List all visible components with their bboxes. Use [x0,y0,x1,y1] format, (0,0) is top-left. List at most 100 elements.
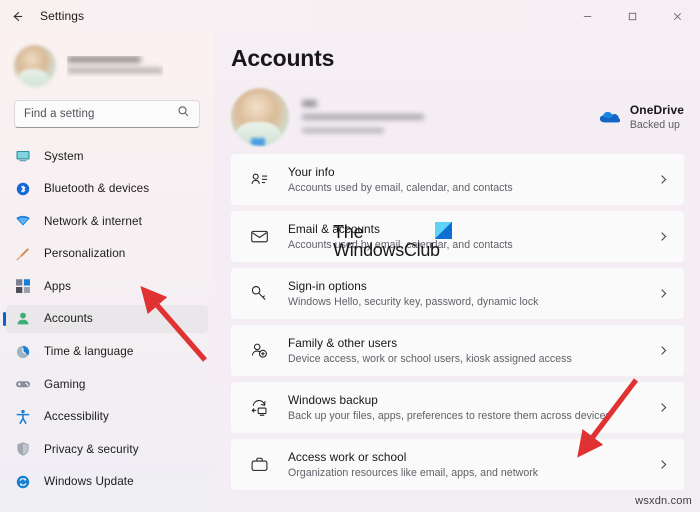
card-email-accounts[interactable]: Email & accounts Accounts used by email,… [231,211,684,262]
onedrive-name: OneDrive [629,102,684,117]
onedrive-text-block: OneDrive Backed up [630,103,684,131]
card-your-info[interactable]: Your info Accounts used by email, calend… [231,154,684,205]
sidebar-item-label: Apps [44,279,72,293]
sidebar: Find a setting System Bluetooth & device… [0,32,214,512]
card-subtitle: Back up your files, apps, preferences to… [288,409,611,422]
search-input[interactable]: Find a setting [14,100,200,128]
profile-text [67,55,163,77]
sidebar-item-time-language[interactable]: Time & language [6,338,208,366]
shield-icon [14,440,32,458]
card-title: Your info [288,165,335,180]
account-name-redacted [302,100,317,107]
person-icon [14,310,32,328]
sidebar-item-privacy-security[interactable]: Privacy & security [6,435,208,463]
sidebar-item-accounts[interactable]: Accounts [3,304,208,333]
sidebar-item-network-internet[interactable]: Network & internet [6,207,208,235]
card-title: Windows backup [288,393,378,408]
sidebar-item-gaming[interactable]: Gaming [6,370,208,398]
chevron-right-icon[interactable] [656,345,670,356]
account-email-redacted [302,114,424,120]
sidebar-item-label: System [44,149,84,163]
chevron-right-icon[interactable] [656,288,670,299]
avatar [14,45,56,87]
card-subtitle: Device access, work or school users, kio… [288,352,572,365]
contact-card-icon [247,168,271,192]
sidebar-item-label: Gaming [44,377,86,391]
sidebar-item-apps[interactable]: Apps [6,272,208,300]
onedrive-status-text: Backed up [629,118,680,131]
profile-email-redacted [67,67,163,73]
bluetooth-icon [14,180,32,198]
sidebar-item-label: Windows Update [44,475,134,489]
account-badge-icon [251,137,265,146]
sidebar-user-profile[interactable] [0,38,214,94]
card-windows-backup[interactable]: Windows backup Back up your files, apps,… [231,382,684,433]
back-arrow-icon[interactable] [0,0,34,32]
minimize-button[interactable] [565,0,610,32]
briefcase-icon [247,453,271,477]
sidebar-item-label: Bluetooth & devices [44,182,150,196]
window-title-bar: Settings [0,0,700,32]
settings-card-list: Your info Accounts used by email, calend… [214,148,700,490]
onedrive-status[interactable]: OneDrive Backed up [599,103,684,131]
monitor-icon [14,147,32,165]
settings-window: Settings Find a setting System Bluetooth… [0,0,700,512]
sidebar-item-label: Accessibility [44,410,109,424]
page-title: Accounts [231,45,335,71]
main-content: Accounts OneDrive Backed up Your info Ac… [214,32,700,512]
backup-restore-icon [247,396,271,420]
close-button[interactable] [655,0,700,32]
wifi-icon [14,212,32,230]
chevron-right-icon[interactable] [656,231,670,242]
card-text: Family & other users Device access, work… [288,336,656,365]
card-title: Access work or school [288,450,407,465]
person-add-icon [247,339,271,363]
window-title: Settings [40,9,85,23]
card-subtitle: Accounts used by email, calendar, and co… [288,238,513,251]
key-icon [247,282,271,306]
site-watermark: wsxdn.com [635,495,692,507]
account-summary: OneDrive Backed up [214,72,700,148]
sidebar-item-label: Time & language [44,345,134,359]
sidebar-item-windows-update[interactable]: Windows Update [6,468,208,496]
card-text: Your info Accounts used by email, calend… [288,165,656,194]
card-title: Email & accounts [288,222,380,237]
card-text: Sign-in options Windows Hello, security … [288,279,656,308]
maximize-button[interactable] [610,0,655,32]
card-text: Email & accounts Accounts used by email,… [288,222,656,251]
card-subtitle: Organization resources like email, apps,… [288,466,539,479]
sidebar-item-personalization[interactable]: Personalization [6,240,208,268]
card-family-other-users[interactable]: Family & other users Device access, work… [231,325,684,376]
account-avatar[interactable] [231,87,289,146]
account-text [302,100,424,133]
search-icon[interactable] [177,105,190,123]
sidebar-item-label: Personalization [44,247,126,261]
paintbrush-icon [14,245,32,263]
card-title: Sign-in options [288,279,367,294]
sidebar-nav-list: System Bluetooth & devices Network & int… [0,142,214,496]
card-title: Family & other users [288,336,398,351]
account-type-redacted [302,128,384,133]
sidebar-item-bluetooth-devices[interactable]: Bluetooth & devices [6,175,208,203]
chevron-right-icon[interactable] [656,174,670,185]
card-sign-in-options[interactable]: Sign-in options Windows Hello, security … [231,268,684,319]
search-container: Find a setting [0,100,214,128]
sidebar-item-system[interactable]: System [6,142,208,170]
gamepad-icon [14,375,32,393]
apps-grid-icon [16,279,30,294]
envelope-icon [247,225,271,249]
profile-name-redacted [67,55,141,63]
sidebar-item-accessibility[interactable]: Accessibility [6,403,208,431]
card-access-work-or-school[interactable]: Access work or school Organization resou… [231,439,684,490]
clock-icon [14,343,32,361]
card-subtitle: Accounts used by email, calendar, and co… [288,181,513,194]
onedrive-cloud-icon [599,109,621,124]
search-placeholder: Find a setting [24,108,95,120]
chevron-right-icon[interactable] [656,459,670,470]
sidebar-item-label: Privacy & security [44,442,139,456]
card-text: Windows backup Back up your files, apps,… [288,393,656,422]
update-sync-icon [14,473,32,491]
sidebar-item-label: Network & internet [44,214,142,228]
card-text: Access work or school Organization resou… [288,450,656,479]
chevron-right-icon[interactable] [656,402,670,413]
